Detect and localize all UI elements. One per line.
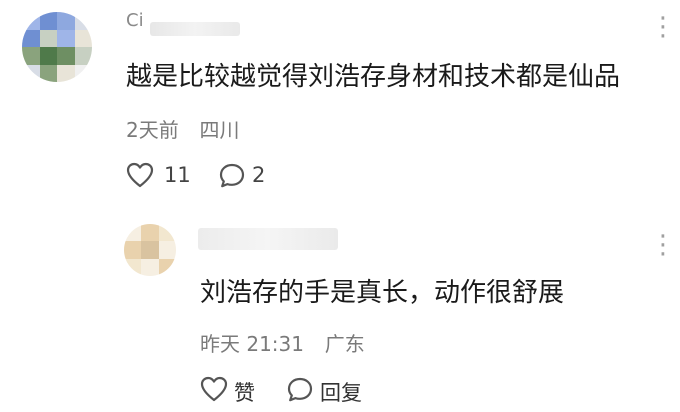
reply-button[interactable]: 2 [218, 161, 278, 191]
username[interactable]: Ci [124, 10, 244, 40]
more-dots-icon[interactable]: ⋮ [650, 14, 676, 40]
username-partial: Ci [126, 10, 144, 31]
username-blur [150, 22, 240, 36]
comment-bubble-icon [286, 376, 314, 403]
reply-avatar-pixelated-image [124, 224, 176, 276]
reply-time: 昨天 21:31 [200, 332, 304, 356]
reply-like-label: 赞 [234, 381, 255, 405]
comment-text: 越是比较越觉得刘浩存身材和技术都是仙品 [126, 62, 621, 92]
reply-location: 广东 [324, 332, 365, 356]
reply-avatar[interactable] [124, 224, 176, 276]
comment-location: 四川 [199, 118, 240, 142]
avatar-pixelated-image [22, 12, 92, 82]
reply-count: 2 [252, 163, 266, 187]
heart-icon [200, 376, 228, 402]
heart-icon [126, 162, 154, 188]
reply-like-button[interactable]: 赞 [200, 376, 270, 406]
reply-meta: 昨天 21:31 广东 [200, 332, 365, 356]
avatar[interactable] [22, 12, 92, 82]
reply-username-blur[interactable] [198, 228, 338, 250]
reply-text: 刘浩存的手是真长，动作很舒展 [200, 278, 565, 308]
comment-bubble-icon [218, 162, 246, 189]
comment-time: 2天前 [126, 118, 179, 142]
reply-reply-label: 回复 [320, 381, 362, 405]
like-count: 11 [164, 163, 191, 187]
reply-more-dots-icon[interactable]: ⋮ [650, 232, 676, 258]
comment-meta: 2天前 四川 [126, 118, 239, 142]
like-button[interactable]: 11 [126, 161, 196, 191]
reply-reply-button[interactable]: 回复 [286, 376, 376, 406]
